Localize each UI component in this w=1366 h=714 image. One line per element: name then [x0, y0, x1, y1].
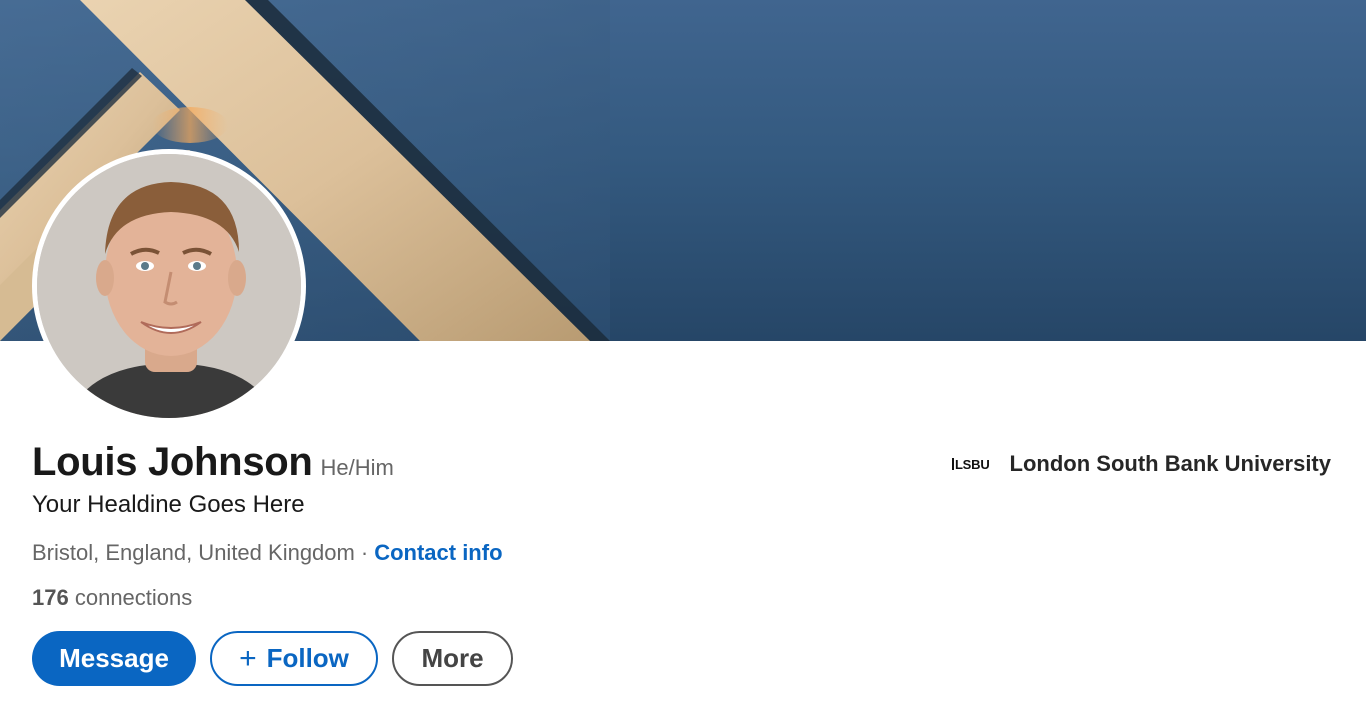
university-logo-text: LSBU: [954, 456, 990, 472]
education-item[interactable]: LSBU London South Bank University: [951, 451, 1331, 477]
location: Bristol, England, United Kingdom: [32, 540, 355, 565]
more-button[interactable]: More: [392, 631, 513, 686]
profile-photo[interactable]: [32, 149, 306, 423]
plus-icon: +: [239, 641, 257, 675]
follow-button[interactable]: + Follow: [210, 631, 378, 686]
contact-info-link[interactable]: Contact info: [374, 540, 502, 566]
location-row: Bristol, England, United Kingdom · Conta…: [32, 540, 503, 566]
message-button-label: Message: [59, 643, 169, 673]
logo-mark: [951, 458, 954, 470]
connections[interactable]: 176 connections: [32, 585, 192, 611]
name-row: Louis Johnson He/Him: [32, 440, 394, 485]
connections-count: 176: [32, 585, 69, 610]
university-name: London South Bank University: [1009, 451, 1331, 476]
more-button-label: More: [421, 643, 484, 673]
avatar: [37, 154, 301, 418]
message-button[interactable]: Message: [32, 631, 196, 686]
profile-name: Louis Johnson: [32, 440, 313, 484]
profile-actions: Message + Follow More: [32, 631, 513, 686]
university-logo: LSBU: [951, 456, 990, 472]
separator-dot: ·: [360, 540, 369, 565]
profile-page: Louis Johnson He/Him Your Healdine Goes …: [0, 0, 1366, 714]
profile-headline: Your Healdine Goes Here: [32, 491, 305, 518]
connections-label: connections: [74, 585, 193, 610]
follow-button-label: Follow: [266, 643, 349, 673]
person-portrait-icon: [37, 154, 301, 418]
pronouns: He/Him: [320, 455, 394, 480]
